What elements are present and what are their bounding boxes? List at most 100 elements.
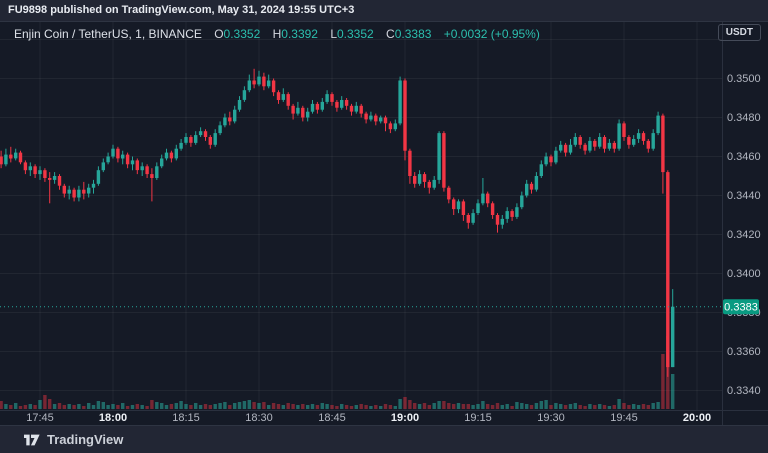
candle-up	[321, 102, 324, 110]
candle-up	[184, 137, 187, 143]
price-axis-label[interactable]: 0.3500	[727, 73, 761, 85]
time-axis-label[interactable]: 18:30	[245, 412, 273, 424]
candle-down	[622, 123, 625, 137]
symbol-title[interactable]: Enjin Coin / TetherUS, 1, BINANCE	[14, 27, 202, 41]
candle-down	[462, 201, 465, 215]
volume-bar-up	[155, 402, 158, 409]
time-axis-label[interactable]: 17:45	[26, 412, 54, 424]
volume-bar-up	[87, 403, 90, 409]
volume-bar-up	[296, 405, 299, 409]
candle-down	[467, 215, 470, 223]
candle-up	[92, 184, 95, 188]
price-axis-label[interactable]: 0.3360	[727, 346, 761, 358]
candle-up	[97, 170, 100, 184]
candle-down	[384, 118, 387, 124]
candle-down	[43, 170, 46, 178]
volume-bar-down	[496, 403, 499, 409]
price-axis-label[interactable]: 0.3420	[727, 229, 761, 241]
time-axis-label[interactable]: 18:15	[172, 412, 200, 424]
candle-down	[72, 190, 75, 198]
candle-up	[296, 108, 299, 114]
volume-bar-down	[462, 404, 465, 409]
low-label: L	[330, 27, 337, 41]
candle-down	[116, 149, 119, 159]
chart-area[interactable]: 17:45 18:00 18:15 18:30 18:45 19:00 19:15 19:30…	[0, 22, 768, 425]
change-value: +0.0032 (+0.95%)	[444, 27, 540, 41]
volume-bar-up	[617, 399, 620, 409]
candle-up	[218, 125, 221, 133]
time-axis-label[interactable]: 20:00	[683, 412, 711, 424]
time-axis-label[interactable]: 19:30	[537, 412, 565, 424]
volume-bar-up	[632, 404, 635, 409]
candle-up	[559, 145, 562, 151]
candle-down	[642, 133, 645, 141]
price-axis-label[interactable]: 0.3340	[727, 385, 761, 397]
volume-bar-up	[282, 405, 285, 409]
volume-bar-down	[330, 405, 333, 409]
high-label: H	[273, 27, 282, 41]
price-axis-label[interactable]: 0.3460	[727, 151, 761, 163]
volume-bar-down	[126, 406, 129, 409]
candle-up	[394, 123, 397, 129]
volume-bar-up	[418, 404, 421, 409]
volume-bar-up	[184, 404, 187, 409]
candle-down	[277, 92, 280, 100]
volume-bar-down	[642, 404, 645, 409]
candle-up	[257, 77, 260, 85]
volume-bar-down	[316, 405, 319, 409]
time-axis-label[interactable]: 19:15	[464, 412, 492, 424]
volume-bar-up	[656, 402, 659, 409]
candle-up	[340, 100, 343, 108]
candle-up	[160, 159, 163, 167]
candle-up	[4, 155, 7, 165]
volume-bar-down	[0, 401, 3, 409]
time-axis-label[interactable]: 19:45	[610, 412, 638, 424]
candle-down	[316, 104, 319, 110]
candle-down	[136, 160, 139, 170]
candle-up	[379, 118, 382, 122]
volume-bar-up	[574, 403, 577, 409]
price-axis-label[interactable]: 0.3400	[727, 268, 761, 280]
time-axis-label[interactable]: 18:45	[318, 412, 346, 424]
price-axis-label[interactable]: 0.3440	[727, 190, 761, 202]
currency-toggle-button[interactable]: USDT	[718, 24, 761, 41]
candle-down	[564, 145, 567, 153]
volume-bar-down	[19, 406, 22, 409]
volume-bar-up	[437, 401, 440, 409]
candle-down	[408, 151, 411, 176]
volume-bar-down	[661, 354, 664, 409]
volume-bar-up	[238, 402, 241, 409]
candle-up	[520, 196, 523, 208]
volume-bar-up	[540, 401, 543, 409]
price-chart[interactable]: 17:45 18:00 18:15 18:30 18:45 19:00 19:15 19:30…	[0, 22, 768, 425]
candle-up	[574, 137, 577, 145]
candle-up	[656, 116, 659, 134]
time-axis-label[interactable]: 19:00	[391, 412, 419, 424]
volume-bar-up	[160, 403, 163, 409]
candle-down	[170, 153, 173, 159]
time-axis-label[interactable]: 18:00	[99, 412, 127, 424]
candle-up	[38, 170, 41, 174]
candle-down	[661, 116, 664, 173]
volume-bar-up	[325, 404, 328, 409]
price-axis-label[interactable]: 0.3480	[727, 112, 761, 124]
volume-bar-down	[364, 405, 367, 409]
current-price-badge-value: 0.3383	[724, 302, 758, 314]
candle-up	[282, 94, 285, 100]
candle-down	[33, 166, 36, 174]
close-value: 0.3383	[395, 27, 432, 41]
open-label: O	[214, 27, 223, 41]
candle-up	[506, 211, 509, 219]
candle-up	[671, 307, 674, 367]
volume-bar-up	[608, 406, 611, 409]
volume-bar-up	[369, 406, 372, 409]
volume-bar-down	[262, 402, 265, 409]
volume-bar-up	[121, 403, 124, 409]
candle-down	[549, 157, 552, 163]
candle-up	[155, 166, 158, 178]
volume-bar-down	[374, 405, 377, 409]
volume-bar-down	[345, 405, 348, 409]
tradingview-link[interactable]: TradingView	[24, 432, 123, 447]
candle-down	[374, 116, 377, 122]
candle-down	[228, 118, 231, 122]
